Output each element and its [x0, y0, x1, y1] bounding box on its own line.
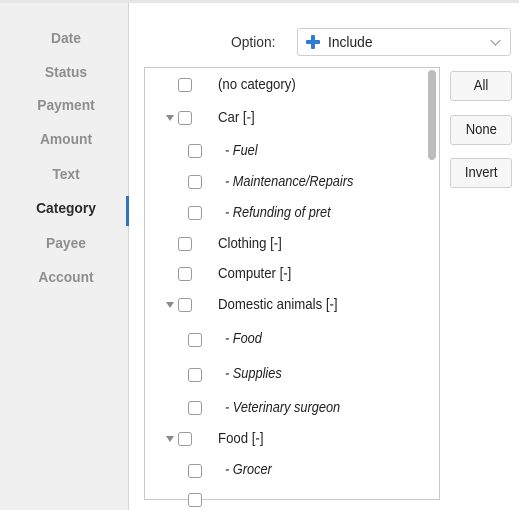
list-item-label: Food [-] [218, 430, 264, 447]
select-none-button[interactable]: None [450, 115, 512, 145]
list-item-label: Computer [-] [218, 265, 292, 282]
scrollbar-thumb[interactable] [428, 70, 436, 160]
option-select[interactable]: Include [297, 28, 511, 56]
sidebar-item-date[interactable]: Date [14, 30, 117, 47]
list-item-label: (no category) [218, 76, 296, 93]
checkbox[interactable] [178, 298, 192, 312]
list-item-label: Car [-] [218, 109, 255, 126]
checkbox[interactable] [178, 111, 192, 125]
list-item-label: - Supplies [225, 366, 282, 382]
checkbox[interactable] [178, 78, 192, 92]
sidebar-item-payee[interactable]: Payee [14, 235, 117, 252]
option-label: Option: [231, 34, 276, 51]
list-item-label: - Refunding of pret [225, 205, 331, 221]
plus-icon [305, 34, 321, 50]
expand-arrow-icon[interactable] [166, 436, 174, 442]
list-item-label: - Grocer [225, 462, 272, 478]
invert-selection-button[interactable]: Invert [450, 158, 512, 188]
sidebar-divider [128, 3, 129, 510]
checkbox[interactable] [188, 333, 202, 347]
checkbox[interactable] [188, 206, 202, 220]
select-all-label: All [473, 78, 489, 94]
checkbox[interactable] [178, 432, 192, 446]
list-item-label: - Food [225, 331, 262, 347]
sidebar-item-amount[interactable]: Amount [14, 131, 117, 148]
checkbox[interactable] [188, 401, 202, 415]
list-item-label: - Maintenance/Repairs [225, 174, 354, 190]
checkbox[interactable] [178, 267, 192, 281]
list-item-label: - Fuel [225, 143, 258, 159]
checkbox[interactable] [188, 464, 202, 478]
checkbox[interactable] [188, 144, 202, 158]
invert-selection-label: Invert [464, 165, 498, 181]
active-indicator [126, 196, 129, 226]
option-select-value: Include [328, 34, 373, 51]
sidebar-item-text[interactable]: Text [14, 166, 117, 183]
expand-arrow-icon[interactable] [166, 302, 174, 308]
sidebar-item-category[interactable]: Category [14, 200, 117, 217]
checkbox[interactable] [188, 368, 202, 382]
select-none-label: None [465, 122, 497, 138]
select-all-button[interactable]: All [450, 71, 512, 101]
checkbox[interactable] [188, 493, 202, 507]
expand-arrow-icon[interactable] [166, 115, 174, 121]
sidebar-item-payment[interactable]: Payment [14, 97, 117, 114]
sidebar-item-status[interactable]: Status [14, 64, 117, 81]
sidebar-item-account[interactable]: Account [14, 269, 117, 286]
list-item-label: - Veterinary surgeon [225, 400, 341, 416]
checkbox[interactable] [178, 237, 192, 251]
checkbox[interactable] [188, 175, 202, 189]
list-item-label: Clothing [-] [218, 235, 282, 252]
list-item-label: Domestic animals [-] [218, 296, 338, 313]
chevron-down-icon [490, 35, 501, 46]
